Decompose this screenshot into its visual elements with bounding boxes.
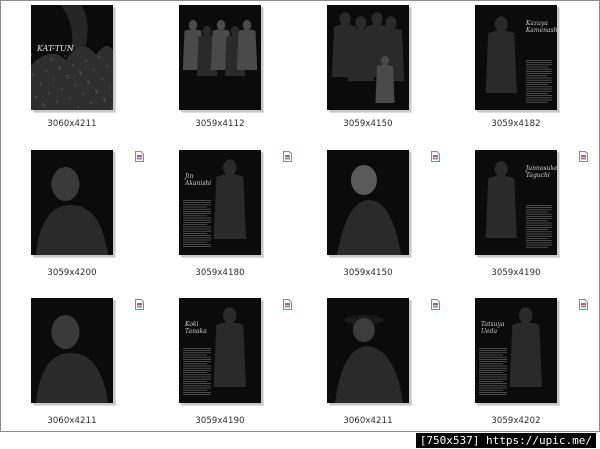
photo-scene: [179, 5, 261, 110]
image-file-icon: [579, 295, 588, 310]
image-dimensions-label: 3059x4190: [491, 268, 541, 278]
photo-scene: [327, 298, 409, 403]
thumbnail-image[interactable]: Kazuya Kamenashi: [475, 5, 557, 110]
face-shape: [352, 318, 375, 342]
photo-scene: [31, 150, 113, 255]
thumbnail-image[interactable]: Tatsuya Ueda: [475, 298, 557, 403]
photo-scene: [31, 298, 113, 403]
image-dimensions-label: 3059x4150: [343, 268, 393, 278]
thumbnail-item[interactable]: 3059x4150: [301, 1, 451, 144]
image-file-icon: [431, 147, 440, 162]
photo-scene: [327, 150, 409, 255]
thumbnail-item[interactable]: 3060x4211: [301, 294, 451, 437]
thumbnail-item[interactable]: KAT-TUN 3060x4211: [1, 1, 151, 144]
image-dimensions-label: 3059x4200: [47, 268, 97, 278]
image-dimensions-label: 3060x4211: [343, 416, 393, 426]
thumbnail-item[interactable]: 3060x4211: [1, 294, 151, 437]
image-dimensions-label: 3060x4211: [47, 416, 97, 426]
image-file-icon: [135, 295, 144, 310]
image-dimensions-label: 3059x4112: [195, 119, 245, 129]
thumbnail-image[interactable]: [31, 298, 113, 403]
face-shape: [350, 165, 377, 195]
image-file-icon: [283, 295, 292, 310]
image-file-icon: [135, 147, 144, 162]
thumbnail-image[interactable]: Koki Tanaka: [179, 298, 261, 403]
thumbnail-item[interactable]: Koki Tanaka 3059x4190: [151, 294, 301, 437]
thumbnail-browser: KAT-TUN 3060x4211 3059x4112 3059x4150 Kazuya…: [0, 0, 600, 432]
image-dimensions-label: 3059x4182: [491, 119, 541, 129]
thumbnail-item[interactable]: 3059x4150: [301, 146, 451, 289]
thumbnail-image[interactable]: [179, 5, 261, 110]
thumbnail-item[interactable]: Jin Akanishi 3059x4180: [151, 146, 301, 289]
thumbnail-item[interactable]: Kazuya Kamenashi 3059x4182: [451, 1, 600, 144]
image-file-icon: [283, 147, 292, 162]
image-dimensions-label: 3059x4150: [343, 119, 393, 129]
face-shape: [51, 315, 80, 349]
thumbnail-image[interactable]: [31, 150, 113, 255]
thumbnail-item[interactable]: 3059x4112: [151, 1, 301, 144]
photo-scene: Tatsuya Ueda: [475, 298, 557, 403]
image-dimensions-label: 3060x4211: [47, 119, 97, 129]
thumbnail-grid: KAT-TUN 3060x4211 3059x4112 3059x4150 Kazuya…: [1, 1, 599, 431]
thumbnail-image[interactable]: Jin Akanishi: [179, 150, 261, 255]
image-dimensions-label: 3059x4180: [195, 268, 245, 278]
thumbnail-image[interactable]: [327, 5, 409, 110]
face-shape: [51, 167, 80, 201]
thumbnail-image[interactable]: [327, 298, 409, 403]
photo-scene: Junnosuke Taguchi: [475, 150, 557, 255]
thumbnail-item[interactable]: 3059x4200: [1, 146, 151, 289]
magazine-title: KAT-TUN: [36, 44, 75, 53]
photo-scene: Jin Akanishi: [179, 150, 261, 255]
thumbnail-image[interactable]: [327, 150, 409, 255]
thumbnail-item[interactable]: Tatsuya Ueda 3059x4202: [451, 294, 600, 437]
thumbnail-item[interactable]: Junnosuke Taguchi 3059x4190: [451, 146, 600, 289]
thumbnail-image[interactable]: KAT-TUN: [31, 5, 113, 110]
photo-scene: [327, 5, 409, 110]
source-watermark: [750x537] https://upic.me/: [415, 433, 596, 448]
image-file-icon: [431, 295, 440, 310]
image-dimensions-label: 3059x4202: [491, 416, 541, 426]
image-file-icon: [579, 147, 588, 162]
thumbnail-image[interactable]: Junnosuke Taguchi: [475, 150, 557, 255]
image-dimensions-label: 3059x4190: [195, 416, 245, 426]
photo-scene: KAT-TUN: [31, 5, 113, 110]
photo-scene: Kazuya Kamenashi: [475, 5, 557, 110]
photo-scene: Koki Tanaka: [179, 298, 261, 403]
